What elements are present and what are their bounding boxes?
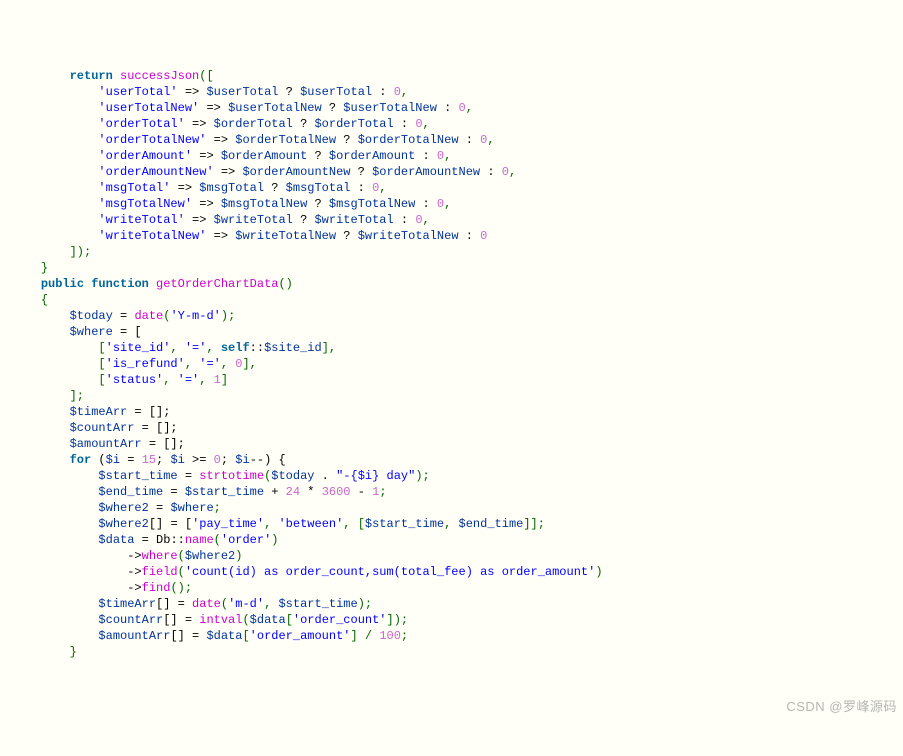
code-line: return successJson([ <box>12 68 903 84</box>
code-line: $countArr = []; <box>12 420 903 436</box>
code-line: $timeArr = []; <box>12 404 903 420</box>
code-line: ]; <box>12 388 903 404</box>
code-line: $timeArr[] = date('m-d', $start_time); <box>12 596 903 612</box>
code-line: 'userTotalNew' => $userTotalNew ? $userT… <box>12 100 903 116</box>
code-line: $countArr[] = intval($data['order_count'… <box>12 612 903 628</box>
code-line: $end_time = $start_time + 24 * 3600 - 1; <box>12 484 903 500</box>
code-line: $amountArr[] = $data['order_amount'] / 1… <box>12 628 903 644</box>
code-line: $where = [ <box>12 324 903 340</box>
code-block: return successJson([ 'userTotal' => $use… <box>12 68 903 660</box>
code-line: 'orderTotalNew' => $orderTotalNew ? $ord… <box>12 132 903 148</box>
code-line: } <box>12 260 903 276</box>
code-line: ['status', '=', 1] <box>12 372 903 388</box>
code-line: 'orderTotal' => $orderTotal ? $orderTota… <box>12 116 903 132</box>
code-line: 'msgTotalNew' => $msgTotalNew ? $msgTota… <box>12 196 903 212</box>
code-line: public function getOrderChartData() <box>12 276 903 292</box>
code-line: ]); <box>12 244 903 260</box>
code-line: ->where($where2) <box>12 548 903 564</box>
code-line: 'userTotal' => $userTotal ? $userTotal :… <box>12 84 903 100</box>
code-line: { <box>12 292 903 308</box>
code-line: 'orderAmount' => $orderAmount ? $orderAm… <box>12 148 903 164</box>
code-line: 'msgTotal' => $msgTotal ? $msgTotal : 0, <box>12 180 903 196</box>
code-line: 'orderAmountNew' => $orderAmountNew ? $o… <box>12 164 903 180</box>
code-line: $where2 = $where; <box>12 500 903 516</box>
watermark: CSDN @罗峰源码 <box>786 699 897 715</box>
code-line: for ($i = 15; $i >= 0; $i--) { <box>12 452 903 468</box>
code-line: ['site_id', '=', self::$site_id], <box>12 340 903 356</box>
code-line: ['is_refund', '=', 0], <box>12 356 903 372</box>
code-line: ->field('count(id) as order_count,sum(to… <box>12 564 903 580</box>
code-line: ->find(); <box>12 580 903 596</box>
code-line: $amountArr = []; <box>12 436 903 452</box>
code-line: $data = Db::name('order') <box>12 532 903 548</box>
code-line: $where2[] = ['pay_time', 'between', [$st… <box>12 516 903 532</box>
code-line: $start_time = strtotime($today . "-{$i} … <box>12 468 903 484</box>
code-line: 'writeTotal' => $writeTotal ? $writeTota… <box>12 212 903 228</box>
code-line: 'writeTotalNew' => $writeTotalNew ? $wri… <box>12 228 903 244</box>
code-line: $today = date('Y-m-d'); <box>12 308 903 324</box>
code-line: } <box>12 644 903 660</box>
